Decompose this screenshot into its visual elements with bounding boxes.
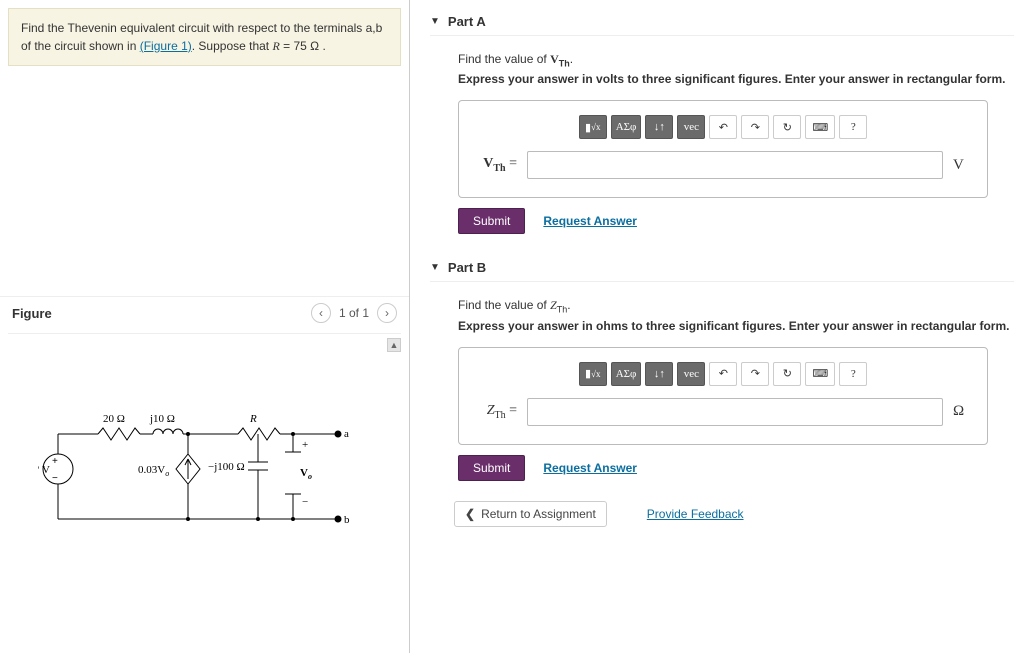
part-a: ▼ Part A Find the value of VTh. Express … <box>430 8 1014 234</box>
tool-template[interactable]: ▮√x <box>579 362 607 386</box>
part-b-answer-row: ZTh = Ω <box>473 398 973 426</box>
circuit-diagram: + − <box>38 404 388 554</box>
part-a-input[interactable] <box>527 151 943 179</box>
tool-subscript[interactable]: ↓↑ <box>645 115 673 139</box>
tool-undo[interactable]: ↶ <box>709 362 737 386</box>
tool-template[interactable]: ▮√x <box>579 115 607 139</box>
part-a-label: VTh = <box>473 156 517 174</box>
tool-greek[interactable]: ΑΣφ <box>611 362 642 386</box>
part-a-answer-row: VTh = V <box>473 151 973 179</box>
tool-vector[interactable]: vec <box>677 115 705 139</box>
part-a-answer-box: ▮√x ΑΣφ ↓↑ vec ↶ ↷ ↻ ⌨ ? VTh = V <box>458 100 988 198</box>
label-term-a: a <box>344 428 349 440</box>
tool-help[interactable]: ? <box>839 362 867 386</box>
part-a-submit-button[interactable]: Submit <box>458 208 525 234</box>
label-c1: −j100 Ω <box>208 461 245 473</box>
label-r2: R <box>249 413 257 425</box>
part-a-prompt: Find the value of VTh. <box>458 52 1014 68</box>
part-b-request-answer-link[interactable]: Request Answer <box>543 461 637 475</box>
tool-undo[interactable]: ↶ <box>709 115 737 139</box>
figure-title: Figure <box>12 306 52 321</box>
problem-text-b: . Suppose that <box>192 39 273 53</box>
part-b-toolbar: ▮√x ΑΣφ ↓↑ vec ↶ ↷ ↻ ⌨ ? <box>473 362 973 386</box>
tool-redo[interactable]: ↷ <box>741 362 769 386</box>
problem-text-c: = 75 Ω . <box>280 39 326 53</box>
tool-vector[interactable]: vec <box>677 362 705 386</box>
label-src: 250/0° V <box>38 464 50 476</box>
tool-redo[interactable]: ↷ <box>741 115 769 139</box>
collapse-icon: ▼ <box>430 262 440 273</box>
tool-keyboard[interactable]: ⌨ <box>805 115 835 139</box>
label-l1: j10 Ω <box>149 413 175 425</box>
provide-feedback-link[interactable]: Provide Feedback <box>647 507 744 521</box>
part-a-title: Part A <box>448 14 486 29</box>
part-a-request-answer-link[interactable]: Request Answer <box>543 214 637 228</box>
pager-text: 1 of 1 <box>339 306 369 320</box>
part-b-instructions: Express your answer in ohms to three sig… <box>458 319 1014 333</box>
figure-pager: ‹ 1 of 1 › <box>311 303 397 323</box>
svg-text:+: + <box>52 456 58 467</box>
part-a-instructions: Express your answer in volts to three si… <box>458 72 1014 86</box>
return-to-assignment-button[interactable]: ❮ Return to Assignment <box>454 501 607 527</box>
figure-header: Figure ‹ 1 of 1 › <box>0 296 409 329</box>
part-b-label: ZTh = <box>473 403 517 421</box>
figure-body: ▲ + <box>8 333 401 563</box>
pager-next-button[interactable]: › <box>377 303 397 323</box>
part-b-body: Find the value of ZTh. Express your answ… <box>430 298 1014 480</box>
label-vo: Vo <box>300 467 312 481</box>
tool-greek[interactable]: ΑΣφ <box>611 115 642 139</box>
label-dep: 0.03Vo <box>138 464 169 478</box>
left-pane: Find the Thevenin equivalent circuit wit… <box>0 0 410 653</box>
label-minus: − <box>302 496 308 508</box>
problem-var: R <box>272 39 279 53</box>
pager-prev-button[interactable]: ‹ <box>311 303 331 323</box>
part-a-unit: V <box>953 157 973 174</box>
tool-help[interactable]: ? <box>839 115 867 139</box>
tool-subscript[interactable]: ↓↑ <box>645 362 673 386</box>
figure-scroll-up[interactable]: ▲ <box>387 338 401 352</box>
part-b-submit-button[interactable]: Submit <box>458 455 525 481</box>
part-a-body: Find the value of VTh. Express your answ… <box>430 52 1014 234</box>
right-pane: ▼ Part A Find the value of VTh. Express … <box>420 0 1024 535</box>
svg-text:−: − <box>52 473 58 484</box>
label-term-b: b <box>344 514 350 526</box>
part-b-input[interactable] <box>527 398 943 426</box>
tool-keyboard[interactable]: ⌨ <box>805 362 835 386</box>
label-plus: + <box>302 439 308 451</box>
part-b-answer-box: ▮√x ΑΣφ ↓↑ vec ↶ ↷ ↻ ⌨ ? ZTh = Ω <box>458 347 988 445</box>
part-a-header[interactable]: ▼ Part A <box>430 8 1014 36</box>
part-a-actions: Submit Request Answer <box>458 208 1014 234</box>
part-b-actions: Submit Request Answer <box>458 455 1014 481</box>
problem-statement: Find the Thevenin equivalent circuit wit… <box>8 8 401 66</box>
part-b-title: Part B <box>448 260 486 275</box>
page-footer: ❮ Return to Assignment Provide Feedback <box>454 501 1014 527</box>
tool-reset[interactable]: ↻ <box>773 115 801 139</box>
part-b-prompt: Find the value of ZTh. <box>458 298 1014 314</box>
part-b-unit: Ω <box>953 403 973 420</box>
part-b: ▼ Part B Find the value of ZTh. Express … <box>430 254 1014 480</box>
label-r1: 20 Ω <box>103 413 125 425</box>
figure-link[interactable]: (Figure 1) <box>140 39 192 53</box>
collapse-icon: ▼ <box>430 16 440 27</box>
part-b-header[interactable]: ▼ Part B <box>430 254 1014 282</box>
tool-reset[interactable]: ↻ <box>773 362 801 386</box>
part-a-toolbar: ▮√x ΑΣφ ↓↑ vec ↶ ↷ ↻ ⌨ ? <box>473 115 973 139</box>
chevron-left-icon: ❮ <box>465 507 475 521</box>
